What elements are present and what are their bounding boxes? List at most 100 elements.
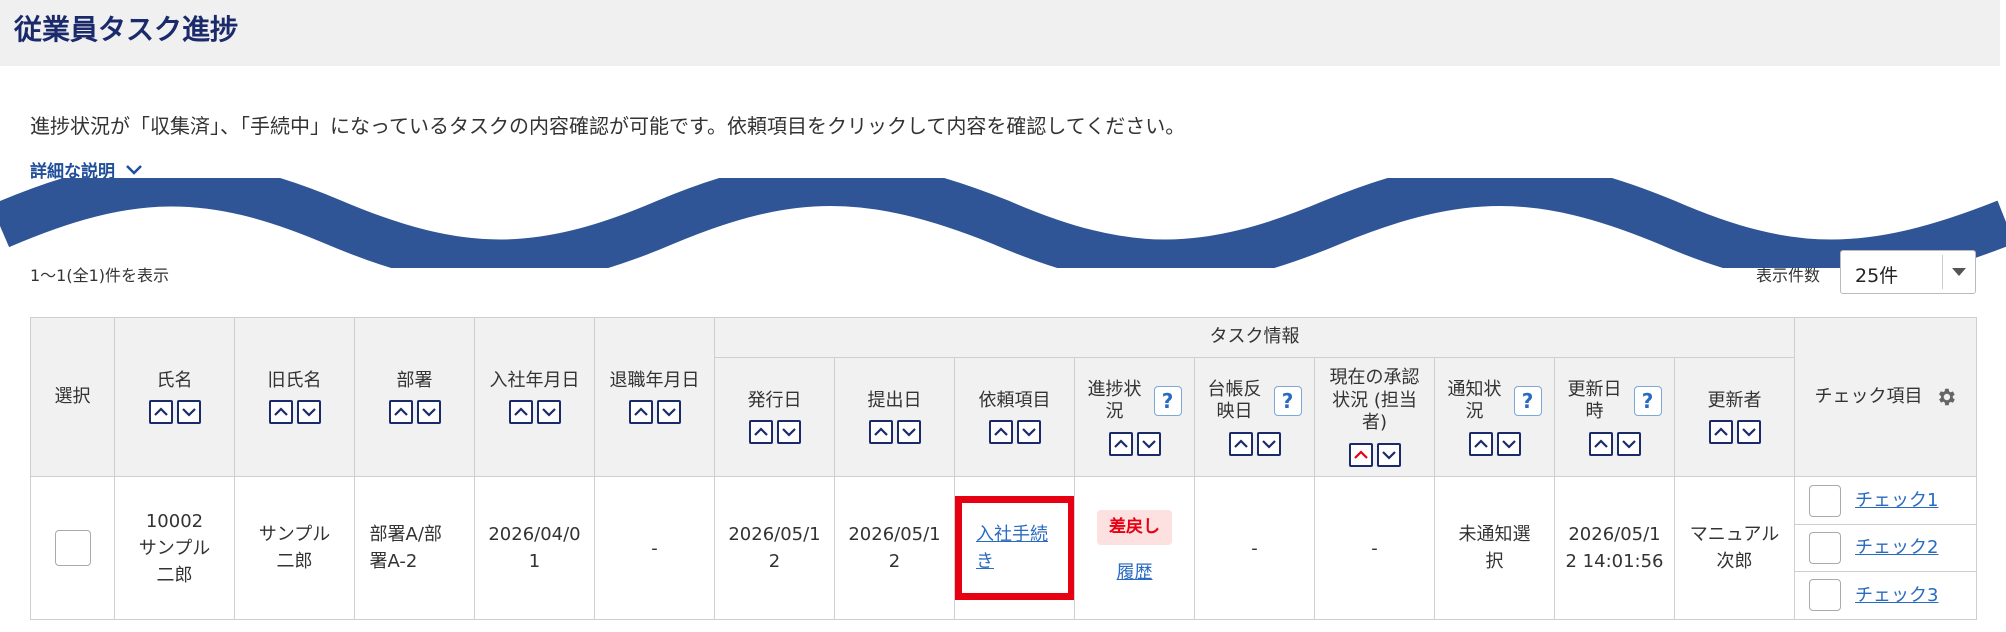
status-badge: 差戻し [1097,509,1172,546]
cell-request-item: 入社手続き [954,476,1075,620]
col-updated-at-label: 更新日時 [1567,378,1622,423]
cell-check-items: チェック1 チェック2 チェック3 [1794,476,1978,620]
sort-desc-icon[interactable] [1136,431,1161,456]
row-select-checkbox[interactable] [54,530,91,566]
col-name-label: 氏名 [156,369,193,391]
col-updated-at: 更新日時? [1554,357,1675,477]
check-item-link[interactable]: チェック2 [1855,534,1938,561]
col-dept: 部署 [354,317,475,477]
cell-retire-date: - [594,476,715,620]
sort-desc-icon[interactable] [296,400,321,425]
request-item-link[interactable]: 入社手続き [976,524,1048,572]
submit-date: 2026/05/12 [848,524,941,572]
sort-desc-icon[interactable] [536,400,561,425]
check-item-link[interactable]: チェック3 [1855,582,1938,609]
check-item-checkbox[interactable] [1809,579,1842,611]
sort-asc-icon[interactable] [388,400,413,425]
sort-desc-icon[interactable] [1736,420,1761,445]
employee-old-name: サンプル二郎 [258,524,331,572]
sort-asc-icon[interactable] [1588,431,1613,456]
page-description: 進捗状況が「収集済」、「手続中」になっているタスクの内容確認が可能です。依頼項目… [30,114,1186,138]
sort-controls [1348,442,1401,467]
updated-at: 2026/05/12 14:01:56 [1565,524,1664,572]
cell-issue-date: 2026/05/12 [714,476,835,620]
retire-date: - [651,537,658,559]
sort-asc-icon[interactable] [748,420,773,445]
approval-status: - [1371,537,1378,559]
col-approval-label: 現在の承認状況 (担当者) [1329,367,1420,434]
page-title: 従業員タスク進捗 [14,13,239,46]
sort-desc-icon[interactable] [1376,442,1401,467]
col-ledger-date-label: 台帳反映日 [1207,378,1262,423]
notify-status: 未通知選択 [1458,524,1531,572]
col-select-label: 選択 [54,385,91,407]
col-request-item-label: 依頼項目 [978,389,1051,411]
col-select: 選択 [30,317,115,477]
sort-desc-icon[interactable] [176,400,201,425]
sort-asc-icon[interactable] [148,400,173,425]
sort-asc-icon[interactable] [1708,420,1733,445]
group-header-task-info: タスク情報 [713,317,1796,358]
updated-by: マニュアル 次郎 [1689,524,1798,572]
sort-controls [1468,431,1521,456]
sort-controls [508,400,561,425]
sort-desc-icon[interactable] [416,400,441,425]
cell-notify: 未通知選択 [1434,476,1555,620]
per-page-select[interactable]: 25件 [1840,250,1976,294]
sort-desc-icon[interactable] [1496,431,1521,456]
sort-controls [148,400,201,425]
check-item-link[interactable]: チェック1 [1855,487,1938,514]
col-submit-date-label: 提出日 [867,389,922,411]
sort-asc-icon[interactable] [628,400,653,425]
col-old-name: 旧氏名 [234,317,355,477]
sort-desc-icon[interactable] [1016,420,1041,445]
col-issue-date: 発行日 [714,357,835,477]
sort-asc-icon[interactable] [1348,442,1373,467]
col-hire-date: 入社年月日 [474,317,595,477]
help-icon[interactable]: ? [1273,386,1302,416]
cell-approval: - [1314,476,1435,620]
wave-divider [0,178,2006,268]
check-item-checkbox[interactable] [1809,484,1842,517]
sort-asc-icon[interactable] [268,400,293,425]
cell-updated-at: 2026/05/12 14:01:56 [1554,476,1675,620]
sort-desc-icon[interactable] [1616,431,1641,456]
history-link[interactable]: 履歴 [1117,559,1153,586]
per-page-value: 25件 [1855,265,1899,287]
group-header-label: タスク情報 [1209,326,1300,348]
col-check-items-label: チェック項目 [1814,385,1923,407]
per-page-label: 表示件数 [1756,266,1821,285]
hire-date: 2026/04/01 [488,524,581,572]
check-item-checkbox[interactable] [1809,531,1842,564]
table-row: 10002 サンプル二郎 サンプル二郎 部署A/部署A-2 2026/04/01… [30,476,1978,620]
sort-controls [1228,431,1281,456]
col-approval: 現在の承認状況 (担当者) [1314,357,1435,477]
chevron-down-icon [126,164,142,175]
gear-icon[interactable] [1935,386,1957,408]
sort-asc-icon[interactable] [1468,431,1493,456]
sort-asc-icon[interactable] [1108,431,1133,456]
col-request-item: 依頼項目 [954,357,1075,477]
cell-hire-date: 2026/04/01 [474,476,595,620]
check-item-row: チェック1 [1795,478,1977,525]
sort-desc-icon[interactable] [776,420,801,445]
sort-asc-icon[interactable] [1228,431,1253,456]
sort-desc-icon[interactable] [1256,431,1281,456]
check-item-row: チェック3 [1795,572,1976,619]
sort-desc-icon[interactable] [656,400,681,425]
col-old-name-label: 旧氏名 [267,369,322,391]
sort-asc-icon[interactable] [988,420,1013,445]
help-icon[interactable]: ? [1513,386,1542,416]
sort-asc-icon[interactable] [868,420,893,445]
sort-controls [628,400,681,425]
col-progress: 進捗状況? [1074,357,1195,477]
cell-submit-date: 2026/05/12 [834,476,955,620]
sort-controls [868,420,921,445]
col-updated-by: 更新者 [1673,357,1796,477]
sort-controls [1108,431,1161,456]
help-icon[interactable]: ? [1153,386,1182,416]
help-icon[interactable]: ? [1633,386,1662,416]
sort-asc-icon[interactable] [508,400,533,425]
cell-ledger-date: - [1194,476,1315,620]
sort-desc-icon[interactable] [896,420,921,445]
